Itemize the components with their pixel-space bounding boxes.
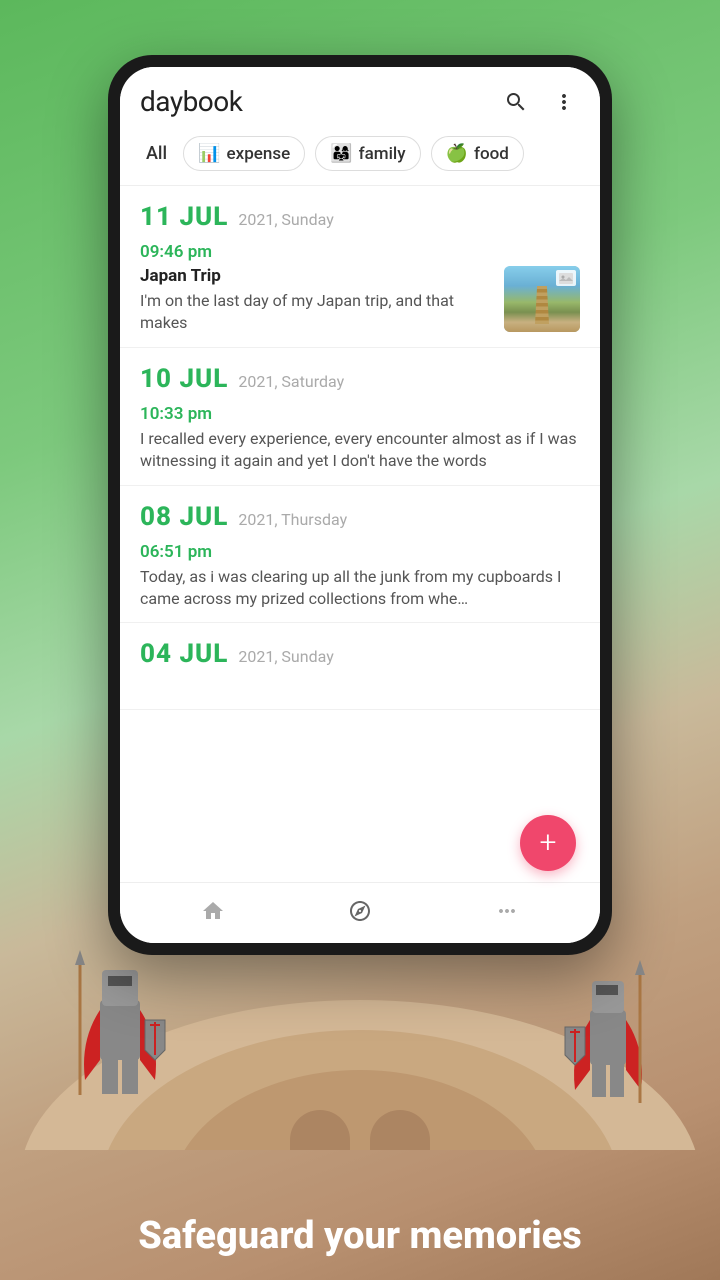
more-options-button[interactable] xyxy=(548,86,580,118)
entry-content-3[interactable]: Today, as i was clearing up all the junk… xyxy=(140,566,580,611)
tagline: Safeguard your memories xyxy=(0,1214,720,1258)
filter-chip-food[interactable]: 🍏 food xyxy=(431,136,524,171)
entry-text-2: I recalled every experience, every encou… xyxy=(140,428,580,473)
entry-time-2: 10:33 pm xyxy=(140,404,580,424)
filter-chip-expense[interactable]: 📊 expense xyxy=(183,136,305,171)
entry-yearday-2: 2021, Saturday xyxy=(238,372,344,391)
entry-group-2: 10 JUL 2021, Saturday 10:33 pm I recalle… xyxy=(120,348,600,486)
food-emoji: 🍏 xyxy=(446,143,468,164)
entry-group-4: 04 JUL 2021, Sunday xyxy=(120,623,600,710)
entry-date-2: 10 JUL 2021, Saturday xyxy=(140,364,580,394)
entry-date-3: 08 JUL 2021, Thursday xyxy=(140,502,580,532)
entry-day-3: 08 JUL xyxy=(140,502,228,532)
entry-date-4: 04 JUL 2021, Sunday xyxy=(140,639,580,669)
filter-chip-family[interactable]: 👨‍👩‍👧 family xyxy=(315,136,420,171)
fab-plus-icon: + xyxy=(540,828,557,858)
entry-text-1: Japan Trip I'm on the last day of my Jap… xyxy=(140,266,492,335)
image-icon xyxy=(556,270,576,286)
entry-group-3: 08 JUL 2021, Thursday 06:51 pm Today, as… xyxy=(120,486,600,624)
entry-thumbnail-1 xyxy=(504,266,580,332)
entry-group-1: 11 JUL 2021, Sunday 09:46 pm Japan Trip … xyxy=(120,186,600,348)
search-button[interactable] xyxy=(500,86,532,118)
entry-day-2: 10 JUL xyxy=(140,364,228,394)
expense-emoji: 📊 xyxy=(198,143,220,164)
nav-home[interactable] xyxy=(191,893,235,929)
add-entry-fab[interactable]: + xyxy=(520,815,576,871)
app-header: daybook xyxy=(120,67,600,130)
entry-title-1: Japan Trip xyxy=(140,266,492,286)
family-label: family xyxy=(359,144,406,164)
phone-screen: daybook All 📊 expense xyxy=(120,67,600,943)
entry-yearday-3: 2021, Thursday xyxy=(238,510,347,529)
nav-explore[interactable] xyxy=(338,893,382,929)
expense-label: expense xyxy=(227,144,291,164)
filter-bar: All 📊 expense 👨‍👩‍👧 family 🍏 food xyxy=(120,130,600,185)
entry-time-1: 09:46 pm xyxy=(140,242,580,262)
entry-yearday-1: 2021, Sunday xyxy=(238,210,333,229)
entry-body-3: Today, as i was clearing up all the junk… xyxy=(140,566,580,611)
entry-body-2: I recalled every experience, every encou… xyxy=(140,428,580,473)
entry-day-1: 11 JUL xyxy=(140,202,228,232)
nav-more[interactable] xyxy=(485,893,529,929)
phone-frame: daybook All 📊 expense xyxy=(108,55,612,955)
entry-content-2[interactable]: I recalled every experience, every encou… xyxy=(140,428,580,473)
food-label: food xyxy=(474,144,509,164)
knight-left xyxy=(60,940,180,1100)
family-emoji: 👨‍👩‍👧 xyxy=(330,143,352,164)
entries-list: 11 JUL 2021, Sunday 09:46 pm Japan Trip … xyxy=(120,186,600,882)
entry-body-1: I'm on the last day of my Japan trip, an… xyxy=(140,290,492,335)
knight-right xyxy=(560,955,660,1105)
filter-all[interactable]: All xyxy=(140,141,173,166)
entry-content-1[interactable]: Japan Trip I'm on the last day of my Jap… xyxy=(140,266,580,335)
entry-day-4: 04 JUL xyxy=(140,639,228,669)
bottom-nav xyxy=(120,882,600,943)
entry-yearday-4: 2021, Sunday xyxy=(238,647,333,666)
app-logo: daybook xyxy=(140,85,242,118)
entry-text-3: Today, as i was clearing up all the junk… xyxy=(140,566,580,611)
entry-date-1: 11 JUL 2021, Sunday xyxy=(140,202,580,232)
header-actions xyxy=(500,86,580,118)
entry-time-3: 06:51 pm xyxy=(140,542,580,562)
